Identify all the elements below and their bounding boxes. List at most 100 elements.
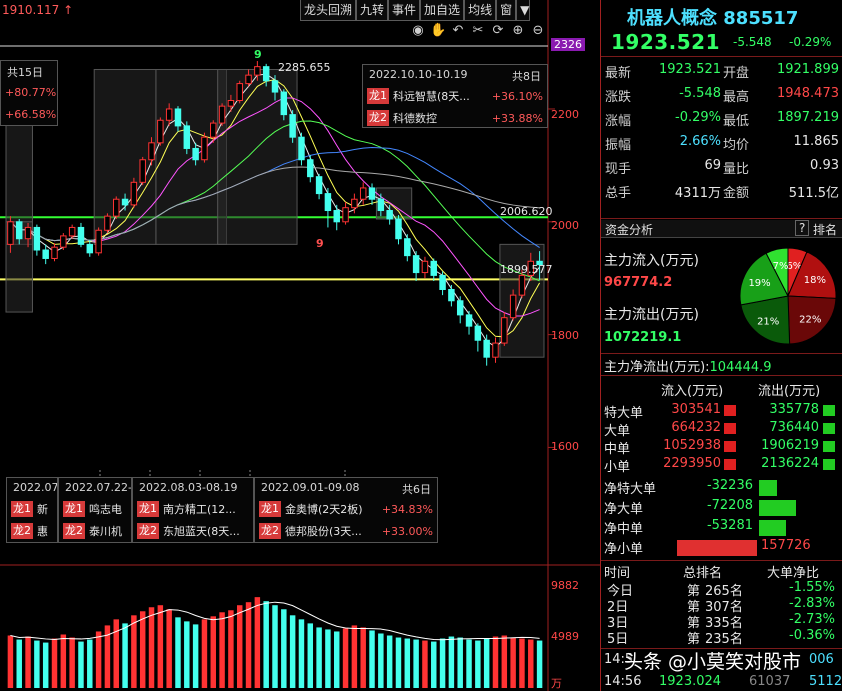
net-row: 净大单 -72208: [601, 498, 842, 518]
ma-2006-annotation: 2006.620: [500, 205, 553, 218]
volume-bar: [210, 616, 216, 688]
stat-label: 最高: [723, 90, 750, 105]
scissors-icon[interactable]: ✂: [470, 23, 486, 39]
candle-body: [359, 187, 367, 200]
candle-body: [351, 198, 358, 209]
volume-bar: [131, 615, 137, 688]
help-button[interactable]: ?: [795, 220, 810, 236]
stat-value: 2.66%: [679, 134, 721, 149]
undo-icon[interactable]: ↶: [450, 23, 466, 39]
toolbar-button-add-watch[interactable]: 加自选: [420, 0, 465, 21]
net-row: 净中单 -53281: [601, 518, 842, 538]
volume-tick-top: 9882: [551, 579, 579, 592]
net-row: 净小单 157726: [601, 538, 842, 558]
rank-header-time: 时间: [604, 566, 631, 581]
interval-box-leader-1: 新: [37, 503, 48, 516]
candle-body: [395, 218, 402, 240]
hand-icon[interactable]: ✋: [430, 23, 446, 39]
stat-label: 金额: [723, 186, 750, 201]
interval-box-0[interactable]: 2022.07共15日龙1新龙2惠: [6, 477, 58, 543]
toolbar-button-ma[interactable]: 均线: [464, 0, 497, 21]
volume-bar: [519, 638, 525, 688]
main-outflow-label: 主力流出(万元): [604, 307, 699, 323]
candle-body: [509, 294, 517, 319]
stat-label: 均价: [723, 138, 750, 153]
eye-icon[interactable]: ◉: [410, 23, 426, 39]
candle-body: [24, 226, 32, 240]
candle-body: [157, 119, 164, 144]
volume-bar: [166, 609, 172, 688]
candle-body: [236, 83, 243, 102]
candle-body: [174, 108, 182, 127]
price-change-pct: -0.29%: [789, 35, 832, 49]
flow-in: 1052938: [663, 438, 721, 453]
flow-row: 大单 664232 736440: [601, 420, 842, 439]
volume-bar: [157, 605, 164, 688]
flow-in: 303541: [671, 402, 721, 417]
rank-button[interactable]: 排名: [813, 221, 837, 238]
reset-icon[interactable]: ⟳: [490, 23, 506, 39]
net-value: -53281: [706, 518, 753, 533]
volume-bar: [228, 610, 234, 688]
volume-bar: [122, 623, 128, 688]
candle-body: [245, 74, 252, 85]
candle-body: [60, 235, 67, 248]
watermark: 头条 @小莫笑对股市: [624, 651, 802, 673]
y-tick-2000: 2000: [551, 219, 579, 232]
volume-bar: [25, 636, 31, 688]
fund-analysis-header: 资金分析 ? 排名: [601, 220, 842, 238]
toolbar-dropdown-arrow-icon[interactable]: ▼: [516, 0, 531, 21]
volume-bar: [501, 635, 508, 688]
flow-in-marker: [724, 441, 736, 452]
pie-label-4: 19%: [748, 278, 770, 289]
volume-bar: [386, 635, 393, 688]
volume-bar: [51, 638, 58, 688]
toolbar-button-jiuzhuan[interactable]: 九转: [356, 0, 389, 21]
candle-body: [386, 210, 393, 220]
top-box-pct-1: +36.10%: [491, 89, 543, 103]
candle-body: [104, 215, 111, 231]
volume-bar: [42, 642, 49, 688]
interval-box-date: 2022.09.01-09.08: [261, 481, 360, 494]
zoom-out-icon[interactable]: ⊖: [530, 23, 546, 39]
rank-netratio: -1.55%: [789, 580, 835, 595]
candle-body: [227, 100, 235, 107]
volume-bar: [439, 638, 446, 688]
flow-in-marker: [724, 423, 736, 434]
candle-body: [298, 136, 305, 161]
volume-bar: [316, 627, 322, 688]
interval-box-pct-1: +34.83%: [381, 502, 433, 516]
candle-body: [439, 274, 446, 290]
toolbar-button-longtou[interactable]: 龙头回溯: [300, 0, 357, 21]
flow-name: 小单: [604, 460, 631, 475]
net-row: 净特大单 -32236: [601, 478, 842, 498]
candle-body: [430, 260, 437, 276]
rank-netratio: -0.36%: [789, 628, 835, 643]
rank-row: 5日 第 235名 -0.36%: [601, 628, 842, 647]
interval-box-3[interactable]: 2022.09.01-09.08 共6日 龙1 金奥博(2天2板) +34.83% 龙2 德…: [254, 477, 438, 543]
volume-tick-mid: 4989: [551, 630, 579, 643]
volume-bar: [334, 631, 340, 688]
chart-area[interactable]: 1910.117 ↑ 龙头回溯 九转 事件 加自选 均线 窗 ▼ ◉ ✋ ↶ ✂…: [0, 0, 600, 691]
candle-body: [201, 136, 208, 161]
candle-body: [130, 181, 138, 206]
rank-header-rank: 总排名: [683, 566, 723, 581]
rank-rank: 235名: [705, 632, 743, 647]
candle-body: [324, 193, 332, 212]
zoom-in-icon[interactable]: ⊕: [510, 23, 526, 39]
cursor-price-readout: 1910.117 ↑: [2, 3, 74, 17]
interval-box-2[interactable]: 2022.08.03-08.19 龙1 南方精工(12... 龙2 东旭蓝天(8天...: [132, 477, 254, 543]
left-interval-box[interactable]: 共15日 +80.77% +66.58%: [0, 60, 58, 126]
toolbar-button-window[interactable]: 窗: [496, 0, 517, 21]
toolbar-button-event[interactable]: 事件: [388, 0, 421, 21]
volume-bar: [16, 639, 22, 688]
candle-body: [377, 198, 385, 212]
pie-label-3: 21%: [757, 317, 779, 328]
net-bar: [759, 520, 786, 536]
volume-bar: [457, 637, 463, 688]
flow-name: 中单: [604, 442, 631, 457]
candle-body: [68, 226, 76, 237]
top-interval-box[interactable]: 2022.10.10-10.19 共8日 龙1 科远智慧(8天... +36.10% …: [362, 64, 548, 128]
interval-box-1[interactable]: 2022.07.22- 龙1 鸣志电 龙2 泰川机: [58, 477, 132, 543]
volume-bar: [281, 609, 287, 688]
